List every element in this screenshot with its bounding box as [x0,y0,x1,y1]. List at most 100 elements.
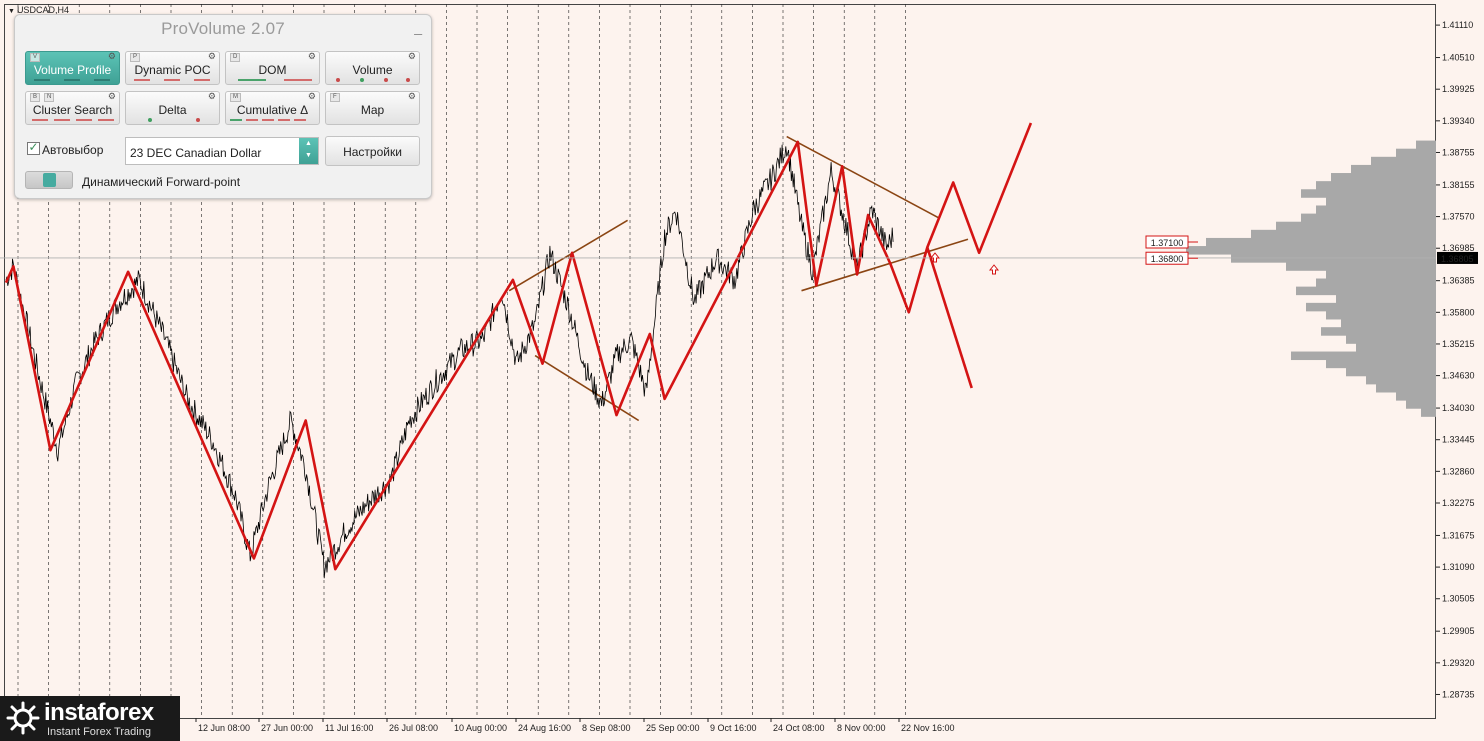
price-line [5,144,894,579]
instaforex-logo: instaforex Instant Forex Trading [0,696,180,741]
indicator-bar [64,79,80,81]
profile-bar [1396,148,1436,158]
volume-profile-button[interactable]: V ⚙ Volume Profile [25,51,120,85]
indicator-dot [196,118,200,122]
map-button[interactable]: F ⚙ Map [325,91,420,125]
hotkey-badge: D [230,53,241,62]
gear-icon[interactable]: ⚙ [208,91,216,102]
gear-icon[interactable]: ⚙ [408,51,416,62]
cumulative-delta-button[interactable]: M ⚙ Cumulative Δ [225,91,320,125]
profile-bar [1206,237,1436,247]
gear-icon[interactable]: ⚙ [208,51,216,62]
profile-bar [1316,205,1436,215]
gear-icon[interactable]: ⚙ [408,91,416,102]
toggle-knob [43,173,56,187]
y-tick-label: 1.34630 [1442,371,1475,381]
profile-bar [1326,197,1436,206]
profile-bar [1416,140,1436,150]
dynamic-poc-button[interactable]: P ⚙ Dynamic POC [125,51,220,85]
dom-button[interactable]: D ⚙ DOM [225,51,320,85]
gear-icon[interactable]: ⚙ [108,51,116,62]
indicator-bar [194,79,210,81]
profile-bar [1251,229,1436,239]
symbol-dropdown-icon[interactable]: ▼ [8,8,15,15]
y-tick-label: 1.32860 [1442,466,1475,476]
gear-icon[interactable]: ⚙ [108,91,116,102]
profile-bar [1276,221,1436,231]
indicator-dot [406,78,410,82]
volume-button[interactable]: ⚙ Volume [325,51,420,85]
y-tick-label: 1.34030 [1442,403,1475,413]
indicator-bar [164,79,180,81]
indicator-dot [148,118,152,122]
channel-line [801,238,969,292]
minimize-icon[interactable]: _ [414,19,422,35]
indicator-dot [360,78,364,82]
instrument-select[interactable]: 23 DEC Canadian Dollar ▲ ▼ [125,137,319,165]
check-icon: ✓ [28,140,39,154]
x-tick-label: 8 Sep 08:00 [582,723,631,733]
logo-name: instaforex [44,699,154,726]
gear-icon[interactable]: ⚙ [308,91,316,102]
spin-icon[interactable]: ▲ ▼ [299,138,318,164]
y-tick-label: 1.40510 [1442,53,1475,63]
current-price-label: 1.36805 [1441,254,1474,264]
autoselect-checkbox[interactable]: ✓ [27,140,40,155]
profile-bar [1336,294,1436,304]
indicator-dot [336,78,340,82]
forward-point-toggle[interactable] [25,171,73,189]
y-tick-label: 1.39340 [1442,116,1475,126]
profile-bar [1346,335,1436,344]
profile-bar [1341,319,1436,328]
channel-line [534,354,640,422]
gear-icon[interactable]: ⚙ [308,51,316,62]
y-tick-label: 1.29320 [1442,658,1475,668]
forward-point-label: Динамический Forward-point [82,175,241,189]
channel-line [786,135,939,219]
x-tick-label: 22 Nov 16:00 [901,723,955,733]
x-tick-label: 24 Oct 08:00 [773,723,825,733]
provolume-panel: ProVolume 2.07 _ V ⚙ Volume Profile P ⚙ … [14,14,432,199]
price-axis: 1.41110 1.40510 1.39925 1.39340 1.38755 1.381… [1436,20,1478,699]
profile-bar [1331,173,1436,182]
autoselect-label: Автовыбор [42,143,104,157]
profile-bar [1301,189,1436,198]
y-tick-label: 1.29905 [1442,626,1475,636]
profile-bar [1316,278,1436,288]
y-tick-label: 1.38155 [1442,180,1475,190]
profile-bar [1376,383,1436,393]
indicator-bar [284,79,312,81]
x-tick-label: 11 Jul 16:00 [325,723,373,733]
panel-title: ProVolume 2.07 [161,19,285,38]
y-tick-label: 1.41110 [1442,20,1473,30]
x-tick-label: 12 Jun 08:00 [198,723,250,733]
x-tick-label: 25 Sep 00:00 [646,723,700,733]
profile-bar [1371,156,1436,166]
profile-bar [1421,408,1436,417]
settings-button[interactable]: Настройки [325,136,420,166]
hotkey-badge: M [230,93,241,102]
indicator-bar [230,119,242,121]
indicator-bar [134,79,150,81]
y-tick-label: 1.39925 [1442,84,1475,94]
hotkey-badge: B [30,93,41,102]
y-tick-label: 1.31090 [1442,562,1475,572]
profile-bar [1366,375,1436,385]
y-tick-label: 1.30505 [1442,594,1475,604]
y-tick-label: 1.36985 [1442,243,1475,253]
profile-bar [1301,213,1436,223]
y-tick-label: 1.31675 [1442,530,1475,540]
indicator-bar [262,119,274,121]
cluster-search-button[interactable]: B N ⚙ Cluster Search [25,91,120,125]
y-tick-label: 1.37570 [1442,212,1475,222]
indicator-bar [34,79,50,81]
indicator-bar [238,79,266,81]
instrument-value: 23 DEC Canadian Dollar [130,146,262,160]
level-label: 1.36800 [1151,254,1184,264]
indicator-bar [278,119,290,121]
indicator-bar [294,119,306,121]
delta-button[interactable]: ⚙ Delta [125,91,220,125]
indicator-bar [32,119,48,121]
indicator-bar [94,79,110,81]
x-tick-label: 9 Oct 16:00 [710,723,757,733]
